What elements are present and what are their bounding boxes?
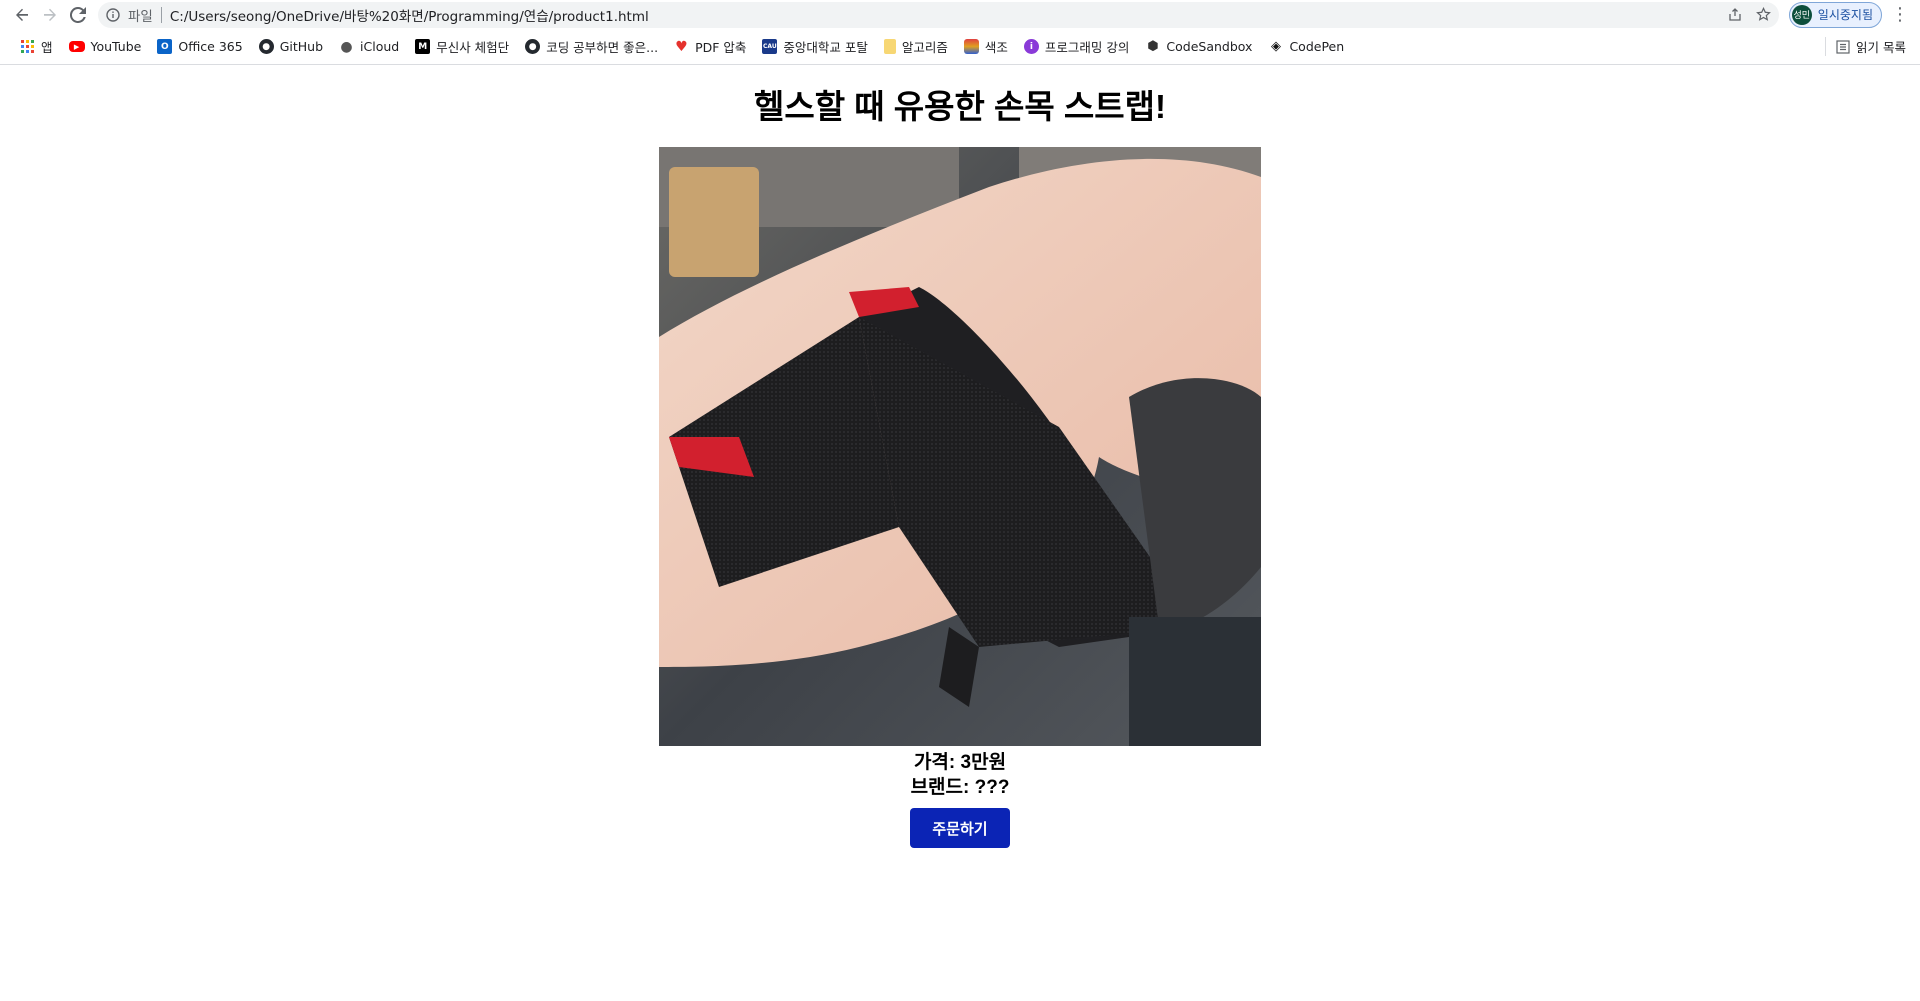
bookmark-youtube[interactable]: ▶ YouTube <box>63 36 148 57</box>
bookmark-label: 프로그래밍 강의 <box>1044 40 1130 55</box>
reload-button[interactable] <box>64 1 92 29</box>
info-icon[interactable] <box>106 7 120 22</box>
browser-chrome: 파일 C:/Users/seong/OneDrive/바탕%20화면/Progr… <box>0 0 1920 65</box>
github-icon: ● <box>258 39 274 54</box>
wrist-strap-photo <box>659 147 1261 746</box>
color-icon <box>963 39 979 54</box>
bookmark-icloud[interactable]: ● iCloud <box>333 36 405 57</box>
lecture-icon: i <box>1023 39 1039 54</box>
bookmark-label: 색조 <box>984 40 1008 55</box>
bookmark-label: YouTube <box>90 39 142 54</box>
bookmark-label: iCloud <box>360 39 400 54</box>
bookmark-label: Office 365 <box>178 39 243 54</box>
brand-text: 브랜드: ??? <box>910 777 1010 798</box>
forward-button[interactable] <box>36 1 64 29</box>
bookmark-label: 알고리즘 <box>901 40 948 55</box>
musinsa-icon: M <box>415 39 431 54</box>
product-image <box>659 147 1261 746</box>
codesandbox-icon: ⬢ <box>1147 39 1159 54</box>
apps-grid-icon <box>20 39 35 54</box>
bookmark-label: 무신사 체험단 <box>436 40 510 55</box>
profile-status: 일시중지됨 <box>1817 8 1873 22</box>
page-title: 헬스할 때 유용한 손목 스트랩! <box>754 88 1166 125</box>
bookmark-color[interactable]: 색조 <box>958 34 1014 59</box>
order-button[interactable]: 주문하기 <box>910 808 1010 848</box>
star-icon[interactable] <box>1755 7 1771 22</box>
bookmark-cau[interactable]: CAU 중앙대학교 포탈 <box>756 34 873 59</box>
page-content: 헬스할 때 유용한 손목 스트랩! 가격: 3만원 브랜드: ??? 주문하기 <box>0 65 1920 848</box>
url-text[interactable]: C:/Users/seong/OneDrive/바탕%20화면/Programm… <box>170 5 1720 25</box>
profile-chip[interactable]: 성민 일시중지됨 <box>1788 1 1882 28</box>
folder-icon <box>883 39 896 54</box>
browser-toolbar: 파일 C:/Users/seong/OneDrive/바탕%20화면/Progr… <box>0 0 1920 29</box>
address-bar[interactable]: 파일 C:/Users/seong/OneDrive/바탕%20화면/Progr… <box>98 1 1779 28</box>
bookmarks-bar: 앱 ▶ YouTube O Office 365 ● GitHub ● iClo… <box>0 29 1920 65</box>
youtube-icon: ▶ <box>68 41 85 52</box>
bookmark-label: 코딩 공부하면 좋은... <box>546 40 659 55</box>
outlook-icon: O <box>157 39 173 54</box>
bookmark-pdf[interactable]: ♥ PDF 압축 <box>668 34 752 59</box>
bookmark-codesandbox[interactable]: ⬢ CodeSandbox <box>1139 36 1258 57</box>
reload-icon <box>70 6 86 23</box>
bookmark-apps[interactable]: 앱 <box>14 34 59 59</box>
bookmark-github[interactable]: ● GitHub <box>253 36 329 57</box>
codepen-icon: ◈ <box>1270 39 1281 54</box>
apple-icon: ● <box>340 38 353 55</box>
reading-list-label: 읽기 목록 <box>1856 40 1906 55</box>
github-icon: ● <box>525 39 541 54</box>
arrow-right-icon <box>44 8 56 21</box>
bookmark-algorithm[interactable]: 알고리즘 <box>878 34 954 59</box>
bookmark-programming-lecture[interactable]: i 프로그래밍 강의 <box>1018 34 1135 59</box>
bookmark-label: 앱 <box>41 40 53 55</box>
bookmark-label: CodeSandbox <box>1166 39 1253 54</box>
bookmark-office365[interactable]: O Office 365 <box>151 36 248 57</box>
bookmark-label: PDF 압축 <box>695 40 747 55</box>
avatar: 성민 <box>1791 4 1812 25</box>
bookmark-codepen[interactable]: ◈ CodePen <box>1262 36 1350 57</box>
bookmark-musinsa[interactable]: M 무신사 체험단 <box>409 34 515 59</box>
bookmark-coding-study[interactable]: ● 코딩 공부하면 좋은... <box>519 34 664 59</box>
product-info: 가격: 3만원 브랜드: ??? <box>911 750 1010 800</box>
scheme-label: 파일 <box>128 8 153 25</box>
heart-icon: ♥ <box>675 38 688 55</box>
bookmark-label: 중앙대학교 포탈 <box>783 40 868 55</box>
price-text: 가격: 3만원 <box>913 752 1007 773</box>
bookmark-label: CodePen <box>1289 39 1345 54</box>
reading-list-button[interactable]: 읽기 목록 <box>1825 37 1906 56</box>
arrow-left-icon <box>16 8 28 21</box>
more-menu-icon[interactable]: ⋮ <box>1888 1 1912 29</box>
reading-list-icon <box>1836 39 1850 54</box>
share-icon[interactable] <box>1728 7 1742 22</box>
cau-icon: CAU <box>762 39 778 54</box>
bookmark-label: GitHub <box>279 39 324 54</box>
omnibox-divider <box>160 6 162 23</box>
back-button[interactable] <box>8 1 36 29</box>
